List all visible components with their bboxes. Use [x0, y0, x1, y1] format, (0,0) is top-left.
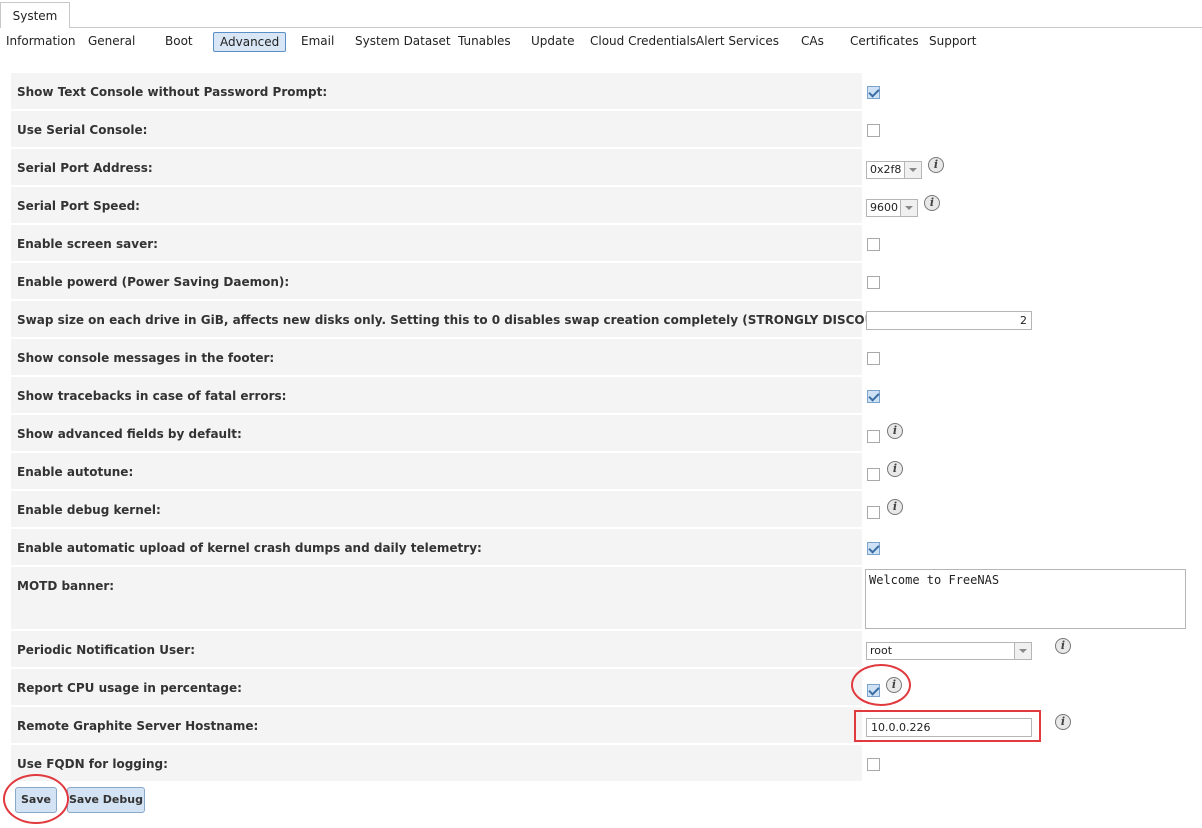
- report-cpu-percentage-checkbox[interactable]: [867, 684, 880, 697]
- form-row: Remote Graphite Server Hostname:: [11, 707, 862, 745]
- enable-crash-upload-checkbox[interactable]: [867, 542, 880, 555]
- row-label: Enable screen saver:: [17, 237, 158, 251]
- subtab-advanced[interactable]: Advanced: [213, 32, 287, 52]
- use-serial-console-checkbox[interactable]: [867, 124, 880, 137]
- form-row: Report CPU usage in percentage:: [11, 669, 862, 707]
- periodic-notification-user-select[interactable]: root: [866, 642, 1032, 660]
- chevron-down-icon: [900, 200, 917, 216]
- row-label: Enable automatic upload of kernel crash …: [17, 541, 482, 555]
- form-row: Enable debug kernel:: [11, 491, 862, 529]
- row-label: Use Serial Console:: [17, 123, 148, 137]
- row-label: Report CPU usage in percentage:: [17, 681, 242, 695]
- form-row: Show Text Console without Password Promp…: [11, 73, 862, 111]
- enable-debug-kernel-checkbox[interactable]: [867, 506, 880, 519]
- form-row: Enable screen saver:: [11, 225, 862, 263]
- row-label: Serial Port Speed:: [17, 199, 140, 213]
- subtab-email[interactable]: Email: [295, 32, 340, 52]
- subtab-cas[interactable]: CAs: [795, 32, 830, 52]
- row-label: Show tracebacks in case of fatal errors:: [17, 389, 287, 403]
- row-label: Enable debug kernel:: [17, 503, 161, 517]
- row-label: Show Text Console without Password Promp…: [17, 85, 328, 99]
- show-text-console-checkbox[interactable]: [867, 86, 880, 99]
- enable-powerd-checkbox[interactable]: [867, 276, 880, 289]
- form-row: Use FQDN for logging:: [11, 745, 862, 783]
- row-label: Use FQDN for logging:: [17, 757, 168, 771]
- subtab-general[interactable]: General: [82, 32, 141, 52]
- subtab-alert-services[interactable]: Alert Services: [690, 32, 785, 52]
- swap-size-input[interactable]: 2: [866, 311, 1032, 330]
- info-icon[interactable]: i: [928, 157, 944, 173]
- serial-port-speed-select[interactable]: 9600: [866, 199, 918, 217]
- serial-port-speed-value: 9600: [870, 201, 898, 214]
- info-icon[interactable]: i: [924, 195, 940, 211]
- form-row: Use Serial Console:: [11, 111, 862, 149]
- serial-port-address-value: 0x2f8: [870, 163, 902, 176]
- motd-banner-textarea[interactable]: Welcome to FreeNAS: [865, 569, 1186, 629]
- form-row: Serial Port Speed:: [11, 187, 862, 225]
- periodic-notification-user-value: root: [870, 644, 893, 657]
- subtab-tunables[interactable]: Tunables: [452, 32, 517, 52]
- row-label: Serial Port Address:: [17, 161, 153, 175]
- tab-bar-divider: [70, 27, 1202, 28]
- enable-screen-saver-checkbox[interactable]: [867, 238, 880, 251]
- show-advanced-fields-checkbox[interactable]: [867, 430, 880, 443]
- subtab-boot[interactable]: Boot: [159, 32, 199, 52]
- subtab-system-dataset[interactable]: System Dataset: [349, 32, 457, 52]
- form-row: MOTD banner:: [11, 567, 862, 631]
- row-label: Enable autotune:: [17, 465, 134, 479]
- save-button[interactable]: Save: [15, 787, 57, 813]
- info-icon[interactable]: i: [886, 677, 902, 693]
- chevron-down-icon: [1014, 643, 1031, 659]
- tab-system-label: System: [12, 9, 58, 23]
- form-row: Enable powerd (Power Saving Daemon):: [11, 263, 862, 301]
- form-row: Show console messages in the footer:: [11, 339, 862, 377]
- serial-port-address-select[interactable]: 0x2f8: [866, 161, 922, 179]
- info-icon[interactable]: i: [1055, 638, 1071, 654]
- row-label: Swap size on each drive in GiB, affects …: [17, 313, 931, 327]
- use-fqdn-logging-checkbox[interactable]: [867, 758, 880, 771]
- form-row: Serial Port Address:: [11, 149, 862, 187]
- row-label: Remote Graphite Server Hostname:: [17, 719, 259, 733]
- form-row: Enable automatic upload of kernel crash …: [11, 529, 862, 567]
- tab-system[interactable]: System: [0, 2, 70, 28]
- form-row: Show advanced fields by default:: [11, 415, 862, 453]
- info-icon[interactable]: i: [887, 423, 903, 439]
- row-label: MOTD banner:: [17, 579, 115, 593]
- info-icon[interactable]: i: [1055, 714, 1071, 730]
- form-row: Periodic Notification User:: [11, 631, 862, 669]
- show-console-messages-checkbox[interactable]: [867, 352, 880, 365]
- row-label: Enable powerd (Power Saving Daemon):: [17, 275, 290, 289]
- form-row: Swap size on each drive in GiB, affects …: [11, 301, 931, 339]
- form-row: Show tracebacks in case of fatal errors:: [11, 377, 862, 415]
- row-label: Periodic Notification User:: [17, 643, 196, 657]
- subtab-update[interactable]: Update: [525, 32, 580, 52]
- row-label: Show console messages in the footer:: [17, 351, 275, 365]
- subtab-certificates[interactable]: Certificates: [844, 32, 925, 52]
- info-icon[interactable]: i: [887, 499, 903, 515]
- show-tracebacks-checkbox[interactable]: [867, 390, 880, 403]
- subtab-support[interactable]: Support: [923, 32, 982, 52]
- save-debug-button[interactable]: Save Debug: [67, 787, 145, 813]
- row-label: Show advanced fields by default:: [17, 427, 242, 441]
- form-row: Enable autotune:: [11, 453, 862, 491]
- chevron-down-icon: [904, 162, 921, 178]
- info-icon[interactable]: i: [887, 461, 903, 477]
- subtab-cloud-credentials[interactable]: Cloud Credentials: [584, 32, 702, 52]
- enable-autotune-checkbox[interactable]: [867, 468, 880, 481]
- graphite-hostname-input[interactable]: 10.0.0.226: [866, 718, 1032, 737]
- subtab-information[interactable]: Information: [0, 32, 81, 52]
